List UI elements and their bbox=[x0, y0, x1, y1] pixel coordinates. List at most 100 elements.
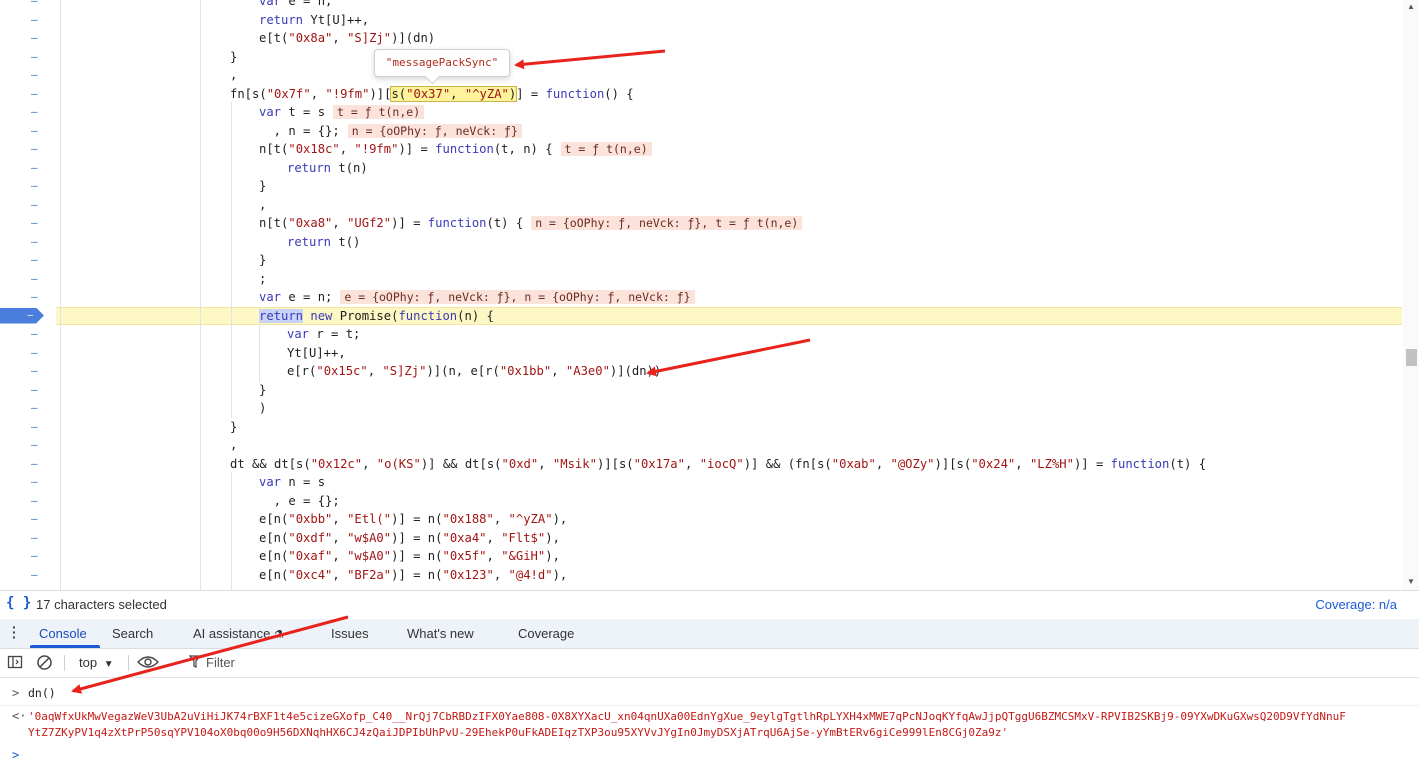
tab-coverage[interactable]: Coverage bbox=[518, 626, 574, 641]
code-text[interactable]: var n = s bbox=[259, 473, 325, 492]
code-text[interactable]: var e = n; bbox=[259, 0, 332, 11]
line-gutter-marker[interactable]: – bbox=[31, 566, 38, 584]
code-text[interactable]: , bbox=[230, 436, 237, 455]
coverage-status-link[interactable]: Coverage: n/a bbox=[1315, 597, 1397, 612]
line-gutter-marker[interactable]: – bbox=[31, 325, 38, 343]
tab-console[interactable]: Console bbox=[39, 626, 87, 641]
line-gutter-marker[interactable]: – bbox=[31, 177, 38, 195]
line-gutter-marker[interactable]: – bbox=[31, 122, 38, 140]
line-gutter-marker[interactable]: – bbox=[31, 492, 38, 510]
paused-line-highlight bbox=[56, 306, 1402, 325]
clear-console-icon[interactable] bbox=[36, 654, 53, 674]
scroll-down-arrow-icon[interactable]: ▼ bbox=[1407, 577, 1415, 586]
code-line: –} bbox=[0, 177, 1402, 196]
filter-input[interactable]: Filter bbox=[206, 655, 235, 670]
code-text[interactable]: e[n("0xbb", "Etl(")] = n("0x188", "^yZA"… bbox=[259, 510, 567, 529]
line-gutter-marker[interactable]: – bbox=[31, 529, 38, 547]
code-line: – e[n("0xdf", "w$A0")] = n("0xa4", "Flt$"… bbox=[0, 529, 1402, 548]
line-gutter-marker[interactable]: – bbox=[31, 381, 38, 399]
console-result-value[interactable]: '0aqWfxUkMwVegazWeV3UbA2uViHiJK74rBXF1t4… bbox=[28, 709, 1419, 743]
code-text[interactable]: return t(n) bbox=[287, 159, 368, 178]
line-gutter-marker[interactable]: – bbox=[31, 140, 38, 158]
tab-search[interactable]: Search bbox=[112, 626, 153, 641]
sidebar-toggle-icon[interactable] bbox=[7, 654, 23, 673]
code-text[interactable]: Yt[U]++, bbox=[287, 344, 346, 363]
code-line: – var e = n; bbox=[0, 0, 1402, 11]
code-text[interactable]: return ​new Promise(function(n) { bbox=[259, 307, 494, 326]
editor-vertical-scrollbar[interactable]: ▲ ▼ bbox=[1403, 0, 1419, 590]
tab-ai-assistance-label: AI assistance bbox=[193, 626, 271, 641]
line-gutter-marker[interactable]: – bbox=[31, 510, 38, 528]
code-text[interactable]: var t = st = ƒ t(n,e) bbox=[259, 103, 425, 122]
tab-issues[interactable]: Issues bbox=[331, 626, 369, 641]
source-editor[interactable]: – var e = n; – return Yt[U]++, – e[t("0x8a", … bbox=[0, 0, 1419, 590]
more-tabs-kebab-icon[interactable]: · · · bbox=[12, 620, 17, 644]
scroll-up-arrow-icon[interactable]: ▲ bbox=[1407, 2, 1415, 11]
line-gutter-marker[interactable]: – bbox=[31, 270, 38, 288]
code-text[interactable]: , e = {}; bbox=[259, 492, 340, 511]
code-text[interactable]: } bbox=[259, 177, 266, 196]
line-gutter-marker[interactable]: – bbox=[31, 103, 38, 121]
code-line: – Yt[U]++, bbox=[0, 344, 1402, 363]
code-line: – , e = {}; bbox=[0, 492, 1402, 511]
code-text[interactable]: , bbox=[259, 196, 266, 215]
line-gutter-marker[interactable]: – bbox=[31, 362, 38, 380]
code-text[interactable]: } bbox=[259, 381, 266, 400]
code-text[interactable]: , bbox=[230, 66, 237, 85]
code-text[interactable]: e[n("0xdf", "w$A0")] = n("0xa4", "Flt$")… bbox=[259, 529, 560, 548]
code-text[interactable]: e[n("0xc4", "BF2a")] = n("0x123", "@4!d"… bbox=[259, 566, 567, 585]
input-chevron-icon: > bbox=[12, 686, 20, 700]
breakpoint-dash: – bbox=[27, 309, 33, 321]
code-text[interactable]: return t() bbox=[287, 233, 360, 252]
line-gutter-marker[interactable]: – bbox=[31, 547, 38, 565]
line-gutter-marker[interactable]: – bbox=[31, 418, 38, 436]
console-command[interactable]: dn() bbox=[28, 686, 56, 700]
line-gutter-marker[interactable]: – bbox=[31, 288, 38, 306]
code-text[interactable]: var e = n; e = {oOPhy: ƒ, neVck: ƒ}, n = … bbox=[259, 288, 695, 307]
code-text[interactable]: e[n("0xaf", "w$A0")] = n("0x5f", "&GiH")… bbox=[259, 547, 560, 566]
indent-guide bbox=[259, 324, 260, 382]
line-gutter-marker[interactable]: – bbox=[31, 455, 38, 473]
code-text[interactable]: return Yt[U]++, bbox=[259, 11, 369, 30]
line-gutter-marker[interactable]: – bbox=[31, 344, 38, 362]
tab-whats-new[interactable]: What's new bbox=[407, 626, 474, 641]
line-gutter-marker[interactable]: – bbox=[31, 11, 38, 29]
line-gutter-marker[interactable]: – bbox=[31, 159, 38, 177]
code-text[interactable]: } bbox=[259, 251, 266, 270]
code-text[interactable]: e[t("0x8a", "S]Zj")](dn) bbox=[259, 29, 435, 48]
result-arrow-icon: <· bbox=[12, 709, 27, 723]
live-expression-eye-icon[interactable] bbox=[137, 655, 159, 672]
code-text[interactable]: dt && dt[s("0x12c", "o(KS")] && dt[s("0x… bbox=[230, 455, 1206, 474]
context-selector[interactable]: top ▼ bbox=[79, 655, 114, 670]
code-text[interactable]: e[r("0x15c", "S]Zj")](n, e[r("0x1bb", "A… bbox=[287, 362, 661, 381]
code-text[interactable]: , n = {}; n = {oOPhy: ƒ, neVck: ƒ} bbox=[259, 122, 522, 141]
line-gutter-marker[interactable]: – bbox=[31, 0, 38, 10]
line-gutter-marker[interactable]: – bbox=[31, 196, 38, 214]
code-text[interactable]: } bbox=[230, 418, 237, 437]
scrollbar-thumb[interactable] bbox=[1406, 349, 1417, 366]
code-text[interactable]: var r = t; bbox=[287, 325, 360, 344]
line-gutter-marker[interactable]: – bbox=[31, 48, 38, 66]
code-text[interactable]: n[t("0xa8", "UGf2")] = function(t) {n = … bbox=[259, 214, 803, 233]
breakpoint-marker[interactable]: – bbox=[0, 307, 44, 324]
indent-guide bbox=[231, 472, 232, 590]
pretty-print-braces-icon[interactable]: { } bbox=[6, 595, 31, 611]
tab-ai-assistance[interactable]: AI assistance ⚗ bbox=[193, 626, 284, 641]
line-gutter-marker[interactable]: – bbox=[31, 251, 38, 269]
console-prompt-icon[interactable]: > bbox=[12, 748, 19, 762]
selected-expression[interactable]: s("0x37", "^yZA") bbox=[390, 85, 518, 102]
line-gutter-marker[interactable]: – bbox=[31, 29, 38, 47]
line-gutter-marker[interactable]: – bbox=[31, 214, 38, 232]
code-line: –} bbox=[0, 251, 1402, 270]
line-gutter-marker[interactable]: – bbox=[31, 66, 38, 84]
code-text[interactable]: fn[s("0x7f", "!9fm")][s("0x37", "^yZA")]… bbox=[230, 85, 634, 104]
line-gutter-marker[interactable]: – bbox=[31, 436, 38, 454]
line-gutter-marker[interactable]: – bbox=[31, 233, 38, 251]
code-text[interactable]: ; bbox=[259, 270, 266, 289]
line-gutter-marker[interactable]: – bbox=[31, 399, 38, 417]
line-gutter-marker[interactable]: – bbox=[31, 85, 38, 103]
code-text[interactable]: } bbox=[230, 48, 237, 67]
line-gutter-marker[interactable]: – bbox=[31, 473, 38, 491]
code-text[interactable]: ) bbox=[259, 399, 266, 418]
code-text[interactable]: n[t("0x18c", "!9fm")] = function(t, n) {… bbox=[259, 140, 652, 159]
